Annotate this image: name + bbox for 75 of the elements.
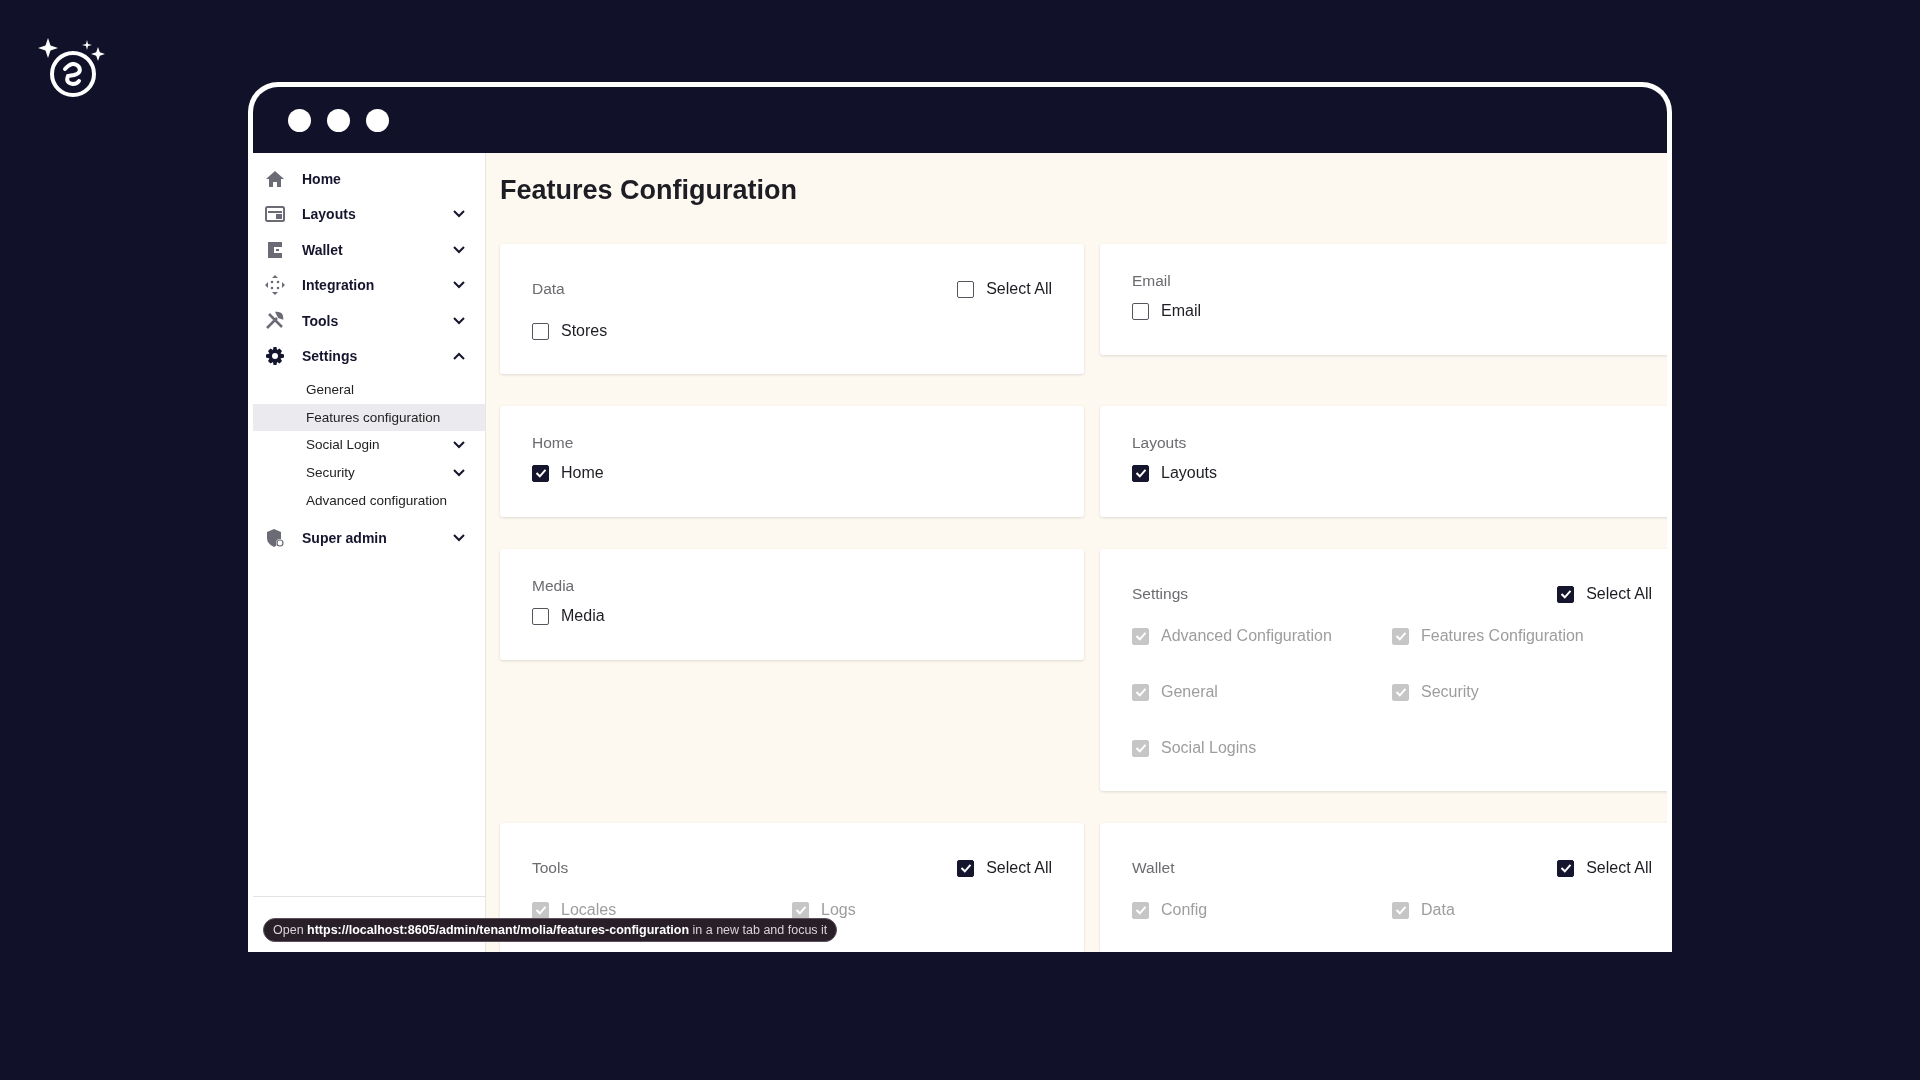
tools-icon bbox=[265, 310, 285, 331]
nav-item[interactable]: Layouts bbox=[253, 196, 485, 232]
feature-checkbox[interactable]: Media bbox=[532, 607, 605, 625]
integration-icon bbox=[265, 275, 285, 296]
sub-nav-label: Advanced configuration bbox=[306, 492, 449, 508]
feature-checkbox[interactable]: Stores bbox=[532, 322, 608, 340]
sub-nav-label: Features configuration bbox=[306, 409, 442, 425]
nav-label: Home bbox=[302, 170, 342, 187]
wallet-icon bbox=[265, 239, 285, 260]
nav-item[interactable]: Wallet bbox=[253, 232, 485, 268]
checkmark-icon bbox=[1393, 903, 1408, 917]
gear-icon bbox=[265, 346, 285, 367]
sub-nav-item[interactable]: Features configuration bbox=[253, 403, 485, 432]
window-dot[interactable] bbox=[288, 108, 311, 132]
chevron-up-icon[interactable] bbox=[453, 352, 465, 361]
window-dot[interactable] bbox=[366, 108, 389, 132]
layout-icon bbox=[265, 204, 285, 225]
feature-checkbox[interactable]: Layouts bbox=[1132, 464, 1218, 482]
chevron-down-icon[interactable] bbox=[453, 210, 465, 219]
checkmark-icon bbox=[1393, 629, 1408, 643]
checkmark-icon bbox=[1393, 685, 1408, 699]
card-title: Data bbox=[532, 280, 565, 298]
nav-item[interactable]: Tools bbox=[253, 303, 485, 339]
sub-nav-label: General bbox=[306, 382, 356, 398]
checkmark-icon bbox=[793, 903, 808, 917]
nav-label: Integration bbox=[302, 277, 376, 294]
checkmark-icon bbox=[1558, 861, 1573, 875]
card-title: Media bbox=[532, 577, 575, 595]
sub-nav-item[interactable]: Security bbox=[253, 458, 485, 487]
select-all-checkbox[interactable]: Select All bbox=[957, 280, 1052, 298]
feature-checkbox[interactable]: Home bbox=[532, 464, 604, 482]
nav-item[interactable]: Home bbox=[253, 161, 485, 197]
sub-nav-label: Social Login bbox=[306, 437, 381, 453]
chevron-down-icon bbox=[453, 468, 465, 477]
checkmark-icon bbox=[1133, 466, 1148, 480]
sub-nav-item[interactable]: Social Login bbox=[253, 431, 485, 459]
page-title: Features Configuration bbox=[500, 175, 798, 206]
sub-nav-item[interactable]: General bbox=[253, 376, 485, 404]
link-tooltip: Open https://localhost:8605/admin/tenant/molia/features-configuration in a new tab and focus it bbox=[263, 918, 838, 942]
nav-item[interactable]: Super admin bbox=[253, 519, 485, 556]
select-all-checkbox[interactable]: Select All bbox=[1557, 859, 1652, 877]
chevron-down-icon[interactable] bbox=[453, 245, 465, 254]
chevron-down-icon[interactable] bbox=[453, 533, 465, 542]
sub-nav-item[interactable]: Advanced configuration bbox=[253, 486, 485, 514]
feature-checkbox[interactable]: Email bbox=[1132, 302, 1201, 320]
select-all-checkbox[interactable]: Select All bbox=[1557, 585, 1652, 603]
nav-label: Tools bbox=[302, 312, 340, 329]
card-title: Wallet bbox=[1132, 859, 1175, 877]
card-title: Home bbox=[532, 434, 574, 452]
checkmark-icon bbox=[533, 466, 548, 480]
checkmark-icon bbox=[1133, 903, 1148, 917]
nav-item[interactable]: Settings bbox=[253, 338, 485, 374]
nav-label: Super admin bbox=[302, 529, 388, 546]
checkmark-icon bbox=[1133, 629, 1148, 643]
checkmark-icon bbox=[1558, 587, 1573, 601]
shield-icon bbox=[265, 527, 285, 548]
checkmark-icon bbox=[958, 861, 973, 875]
chevron-down-icon[interactable] bbox=[453, 316, 465, 325]
checkmark-icon bbox=[1133, 685, 1148, 699]
sub-nav-label: Security bbox=[306, 465, 356, 481]
card-title: Tools bbox=[532, 859, 569, 877]
card-title: Layouts bbox=[1132, 434, 1187, 452]
card-title: Email bbox=[1132, 272, 1171, 290]
card-title: Settings bbox=[1132, 585, 1188, 603]
chevron-down-icon bbox=[453, 441, 465, 449]
window-dot[interactable] bbox=[327, 108, 350, 132]
checkmark-icon bbox=[1133, 741, 1148, 755]
nav-label: Settings bbox=[302, 348, 359, 365]
nav-item[interactable]: Integration bbox=[253, 267, 485, 303]
home-icon bbox=[265, 168, 285, 189]
nav-label: Layouts bbox=[302, 206, 357, 223]
select-all-checkbox[interactable]: Select All bbox=[957, 859, 1052, 877]
chevron-down-icon[interactable] bbox=[453, 281, 465, 290]
nav-label: Wallet bbox=[302, 241, 344, 258]
checkmark-icon bbox=[533, 903, 548, 917]
